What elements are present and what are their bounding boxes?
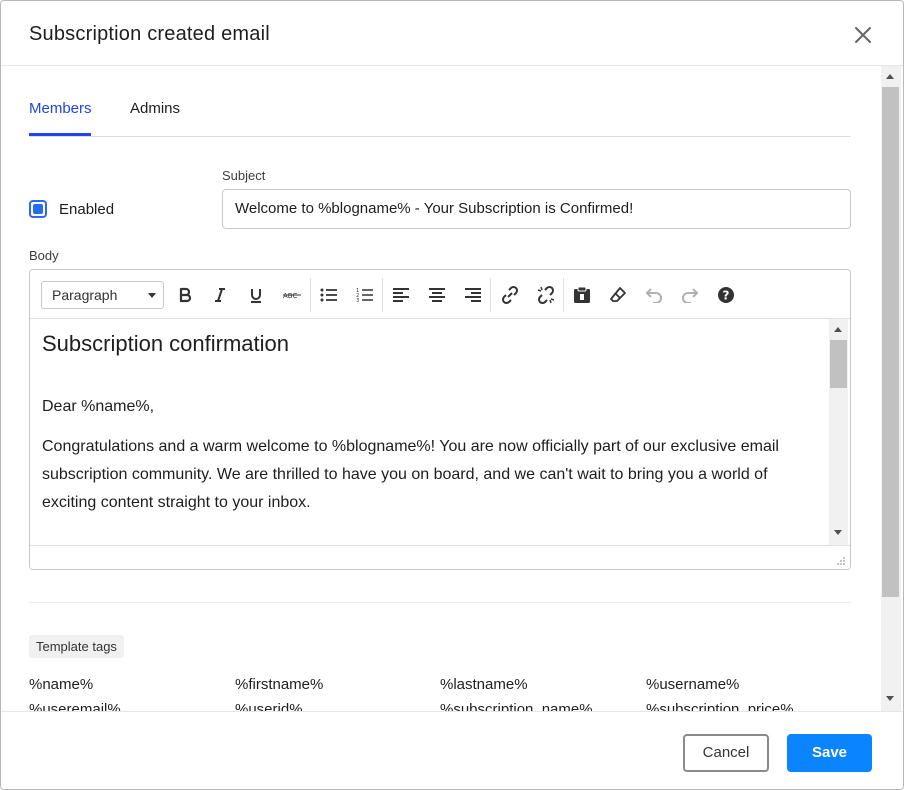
template-tag[interactable]: %subscription_name%: [440, 701, 593, 711]
toolbar-divider: [563, 278, 564, 312]
template-tag[interactable]: %useremail%: [29, 701, 121, 711]
svg-text:ABC: ABC: [283, 292, 297, 300]
editor-toolbar: Paragraph ABC 1 2 3 ?: [30, 270, 850, 319]
editor-content[interactable]: Subscription confirmation Dear %name%, C…: [30, 319, 828, 545]
align-center-icon[interactable]: [424, 282, 450, 308]
scrollbar-thumb[interactable]: [882, 87, 899, 597]
template-tag[interactable]: %username%: [646, 676, 739, 693]
section-divider: [29, 602, 851, 603]
bold-icon[interactable]: [172, 282, 198, 308]
tab-members[interactable]: Members: [29, 100, 92, 117]
numbered-list-icon[interactable]: 123: [352, 282, 378, 308]
scrollbar-thumb[interactable]: [830, 340, 847, 388]
link-icon[interactable]: [497, 282, 523, 308]
editor-statusbar: [30, 545, 850, 569]
template-tag[interactable]: %firstname%: [235, 676, 323, 693]
template-tags-label: Template tags: [29, 635, 124, 658]
paste-icon[interactable]: [569, 282, 595, 308]
format-select-value: Paragraph: [52, 287, 118, 303]
template-tag[interactable]: %name%: [29, 676, 93, 693]
template-tag[interactable]: %userid%: [235, 701, 303, 711]
undo-icon[interactable]: [641, 282, 667, 308]
active-tab-indicator: [29, 133, 91, 136]
clear-format-icon[interactable]: [605, 282, 631, 308]
tab-admins[interactable]: Admins: [130, 100, 180, 117]
strikethrough-icon[interactable]: ABC: [279, 282, 305, 308]
body-label: Body: [29, 248, 59, 263]
dialog-footer: Cancel Save: [1, 711, 903, 789]
bullet-list-icon[interactable]: [316, 282, 342, 308]
checkbox-checked-mark: [33, 204, 43, 214]
scroll-up-icon[interactable]: [834, 327, 842, 332]
template-tag[interactable]: %lastname%: [440, 676, 528, 693]
toolbar-divider: [490, 278, 491, 312]
content-paragraph: Congratulations and a warm welcome to %b…: [42, 438, 779, 511]
toolbar-divider: [310, 278, 311, 312]
subject-label: Subject: [222, 168, 266, 183]
unlink-icon[interactable]: [533, 282, 559, 308]
chevron-down-icon: [148, 293, 156, 298]
content-heading: Subscription confirmation: [42, 331, 290, 356]
svg-text:3: 3: [356, 298, 359, 303]
align-right-icon[interactable]: [460, 282, 486, 308]
help-icon[interactable]: ?: [713, 282, 739, 308]
toolbar-divider: [382, 278, 383, 312]
body-editor: Paragraph ABC 1 2 3 ? Subscription confi…: [29, 269, 851, 570]
close-icon[interactable]: [851, 23, 875, 47]
cancel-button[interactable]: Cancel: [683, 734, 769, 772]
scroll-down-icon[interactable]: [886, 696, 894, 701]
italic-icon[interactable]: [207, 282, 233, 308]
tab-bar: Members Admins: [29, 66, 851, 137]
content-greeting: Dear %name%,: [42, 398, 155, 415]
subject-input[interactable]: Welcome to %blogname% - Your Subscriptio…: [222, 189, 851, 229]
scroll-down-icon[interactable]: [834, 530, 842, 535]
svg-text:?: ?: [723, 289, 730, 303]
dialog-title: Subscription created email: [29, 23, 270, 45]
resize-handle-icon[interactable]: [836, 556, 846, 566]
dialog-header: Subscription created email: [1, 1, 903, 66]
save-button[interactable]: Save: [787, 734, 872, 772]
dialog-body: Members Admins Subject Enabled Welcome t…: [1, 66, 881, 711]
subscription-email-dialog: Subscription created email Members Admin…: [0, 0, 904, 790]
editor-scrollbar[interactable]: [829, 319, 848, 545]
underline-icon[interactable]: [243, 282, 269, 308]
scroll-up-icon[interactable]: [886, 74, 894, 79]
dialog-scrollbar[interactable]: [881, 66, 901, 711]
redo-icon[interactable]: [677, 282, 703, 308]
format-select[interactable]: Paragraph: [41, 281, 164, 309]
enabled-label: Enabled: [59, 201, 115, 218]
enabled-checkbox[interactable]: [29, 200, 47, 218]
template-tag[interactable]: %subscription_price%: [646, 701, 794, 711]
align-left-icon[interactable]: [388, 282, 414, 308]
